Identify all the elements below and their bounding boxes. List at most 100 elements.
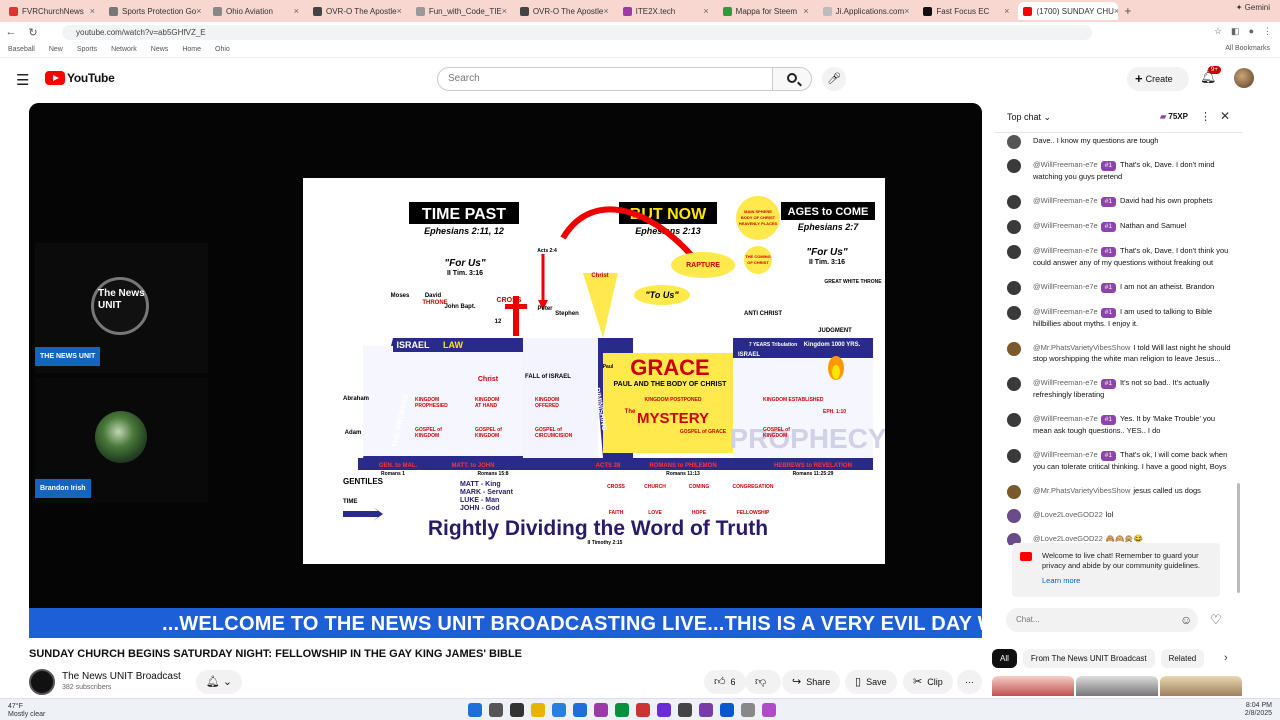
taskbar-app-icon[interactable] [720,703,734,717]
weather-widget[interactable]: 47°F Mostly clear [8,703,45,719]
new-tab-icon[interactable]: + [1124,4,1131,18]
bookmark-item[interactable]: Ohio [215,46,230,53]
browser-tab[interactable]: Fun_with_Code_TIE × [411,2,511,20]
channel-avatar[interactable] [29,669,55,695]
chat-avatar[interactable] [1007,195,1021,209]
tab-close-icon[interactable]: × [502,6,507,16]
filter-chip[interactable]: Related [1160,649,1205,668]
chevron-right-icon[interactable]: › [1224,652,1228,664]
taskbar-app-icon[interactable] [636,703,650,717]
tab-close-icon[interactable]: × [1114,6,1118,16]
chat-avatar[interactable] [1007,159,1021,173]
chat-avatar[interactable] [1007,220,1021,234]
tab-close-icon[interactable]: × [294,6,299,16]
tab-close-icon[interactable]: × [703,6,708,16]
emoji-icon[interactable]: ☺ [1180,613,1192,627]
create-button[interactable]: + Create [1127,67,1189,91]
share-button[interactable]: ↪ Share [782,670,841,694]
chat-username[interactable]: @WillFreeman-e7e [1033,450,1098,459]
close-icon[interactable]: ✕ [1220,109,1230,123]
hamburger-menu-icon[interactable]: ☰ [16,71,29,89]
chat-username[interactable]: @Mr.PhatsVarietyVibesShow [1033,486,1130,495]
url-field[interactable]: youtube.com/watch?v=ab5GHfVZ_E [62,25,1092,40]
search-button[interactable] [772,67,812,91]
chat-username[interactable]: @Love2LoveGOD22 [1033,534,1103,543]
bookmark-item[interactable]: News [151,46,169,53]
taskbar-app-icon[interactable] [573,703,587,717]
system-clock[interactable]: 8:04 PM 2/8/2025 [1245,702,1272,718]
chat-username[interactable]: @WillFreeman-e7e [1033,246,1098,255]
chat-avatar[interactable] [1007,245,1021,259]
browser-tab[interactable]: (1700) SUNDAY CHU × [1018,2,1119,20]
heart-icon[interactable]: ♡ [1210,612,1222,628]
browser-tab[interactable]: Ji.Applications.com × [818,2,915,20]
taskbar-app-icon[interactable] [510,703,524,717]
chat-username[interactable]: @WillFreeman-e7e [1033,196,1098,205]
dislike-button[interactable]: 👎︎ [745,670,782,694]
chat-avatar[interactable] [1007,377,1021,391]
save-button[interactable]: ▯ Save [845,670,897,694]
related-thumbnail[interactable] [992,676,1074,696]
all-bookmarks[interactable]: All Bookmarks [1225,45,1270,52]
browser-tab[interactable]: Sports Protection Go × [104,2,204,20]
chat-input[interactable]: Chat... [1006,608,1198,632]
youtube-logo[interactable]: YouTube [45,71,115,85]
chat-username[interactable]: @WillFreeman-e7e [1033,414,1098,423]
subscribe-bell-button[interactable]: 🔔︎ ⌄ [196,670,242,694]
taskbar-app-icon[interactable] [552,703,566,717]
chat-username[interactable]: @WillFreeman-e7e [1033,160,1098,169]
taskbar-app-icon[interactable] [489,703,503,717]
tab-close-icon[interactable]: × [803,6,808,16]
chat-avatar[interactable] [1007,509,1021,523]
taskbar-app-icon[interactable] [657,703,671,717]
search-input[interactable]: Search [437,67,773,91]
top-chat-dropdown[interactable]: Top chat ⌄ [1007,112,1051,123]
taskbar-app-icon[interactable] [678,703,692,717]
taskbar-app-icon[interactable] [594,703,608,717]
chat-username[interactable]: @Mr.PhatsVarietyVibesShow [1033,343,1130,352]
chat-avatar[interactable] [1007,449,1021,463]
taskbar-app-icon[interactable] [468,703,482,717]
learn-more-link[interactable]: Learn more [1042,576,1212,586]
bookmark-item[interactable]: Baseball [8,46,35,53]
clip-button[interactable]: ✂ Clip [903,670,953,694]
xp-badge[interactable]: ▰ 75XP [1160,112,1188,121]
extensions-icon[interactable]: ◧ [1231,26,1240,37]
menu-dots-icon[interactable]: ⋮ [1263,26,1272,37]
more-actions-button[interactable]: ⋯ [957,670,982,694]
channel-name[interactable]: The News UNIT Broadcast [62,671,181,682]
chat-avatar[interactable] [1007,135,1021,149]
reload-icon[interactable]: ↻ [22,26,44,39]
related-thumbnail[interactable] [1076,676,1158,696]
chat-username[interactable]: @WillFreeman-e7e [1033,221,1098,230]
browser-tab[interactable]: ITE2X.tech × [618,2,714,20]
chat-scrollbar[interactable] [1237,483,1240,593]
chat-username[interactable]: @WillFreeman-e7e [1033,378,1098,387]
bookmark-item[interactable]: Home [182,46,201,53]
bookmark-item[interactable]: New [49,46,63,53]
chat-username[interactable]: @WillFreeman-e7e [1033,282,1098,291]
taskbar-app-icon[interactable] [531,703,545,717]
tab-close-icon[interactable]: × [196,6,201,16]
tab-close-icon[interactable]: × [397,6,402,16]
browser-tab[interactable]: FVRChurchNews × [4,2,100,20]
tab-close-icon[interactable]: × [1004,6,1009,16]
browser-tab[interactable]: Mappa for Steem × [718,2,814,20]
chat-avatar[interactable] [1007,485,1021,499]
taskbar-app-icon[interactable] [699,703,713,717]
browser-tab[interactable]: Fast Focus EC × [918,2,1014,20]
star-icon[interactable]: ☆ [1214,26,1222,37]
tab-close-icon[interactable]: × [90,6,95,16]
microphone-icon[interactable]: 🎤︎ [822,67,846,91]
chat-avatar[interactable] [1007,413,1021,427]
chat-menu-icon[interactable]: ⋮ [1200,110,1211,123]
chat-username[interactable]: @WillFreeman-e7e [1033,307,1098,316]
filter-chip[interactable]: All [992,649,1017,668]
taskbar-app-icon[interactable] [762,703,776,717]
chat-avatar[interactable] [1007,342,1021,356]
chat-avatar[interactable] [1007,281,1021,295]
tab-close-icon[interactable]: × [603,6,608,16]
chat-username[interactable]: @Love2LoveGOD22 [1033,510,1103,519]
gemini-button[interactable]: ✦ Gemini [1236,3,1270,12]
browser-tab[interactable]: Ohio Aviation × [208,2,304,20]
